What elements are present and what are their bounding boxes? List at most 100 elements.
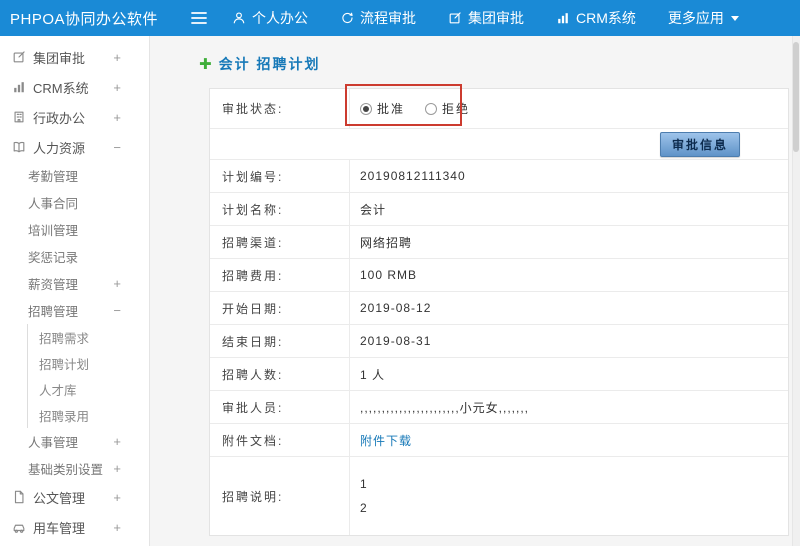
field-label: 招聘人数: <box>210 358 350 390</box>
sidebar-item[interactable]: 招聘需求 <box>27 324 149 350</box>
table-row: 附件文档: 附件下载 <box>210 424 788 457</box>
edit-icon <box>448 11 462 25</box>
field-value: 1 人 <box>360 367 386 382</box>
table-row: 结束日期: 2019-08-31 <box>210 325 788 358</box>
sidebar-item-label: 奖惩记录 <box>28 251 79 265</box>
page-header: ✚ 会计 招聘计划 <box>199 54 800 74</box>
sidebar: 集团审批 + CRM系统 + 行政办公 + 人力资源 − 考勤管理人事合同培训管理奖惩记录薪资管… <box>0 36 150 546</box>
sidebar-item[interactable]: 基础类别设置 + <box>0 455 149 482</box>
sidebar-item[interactable]: 薪资管理 + <box>0 270 149 297</box>
field-label: 附件文档: <box>210 424 350 456</box>
field-label: 招聘渠道: <box>210 226 350 258</box>
menu-toggle-button[interactable] <box>190 11 208 25</box>
sidebar-item[interactable]: 奖惩记录 <box>0 243 149 270</box>
topnav-item[interactable]: CRM系统 <box>556 8 636 28</box>
sidebar-item[interactable]: 人事管理 + <box>0 428 149 455</box>
sidebar-item[interactable]: 人事合同 <box>0 189 149 216</box>
field-value: 2019-08-31 <box>360 334 432 348</box>
field-value: 1 2 <box>360 477 368 515</box>
expander-icon[interactable]: + <box>113 276 121 291</box>
sidebar-item-label: 人事合同 <box>28 197 79 211</box>
sidebar-item-label: 行政办公 <box>33 110 86 126</box>
person-icon <box>232 11 246 25</box>
radio-reject-label: 拒绝 <box>442 102 471 116</box>
caret-down-icon <box>730 13 740 23</box>
expander-icon[interactable]: − <box>113 303 121 318</box>
form-table: 审批状态: 批准 拒绝 审批信息 计划编号: 20190812111340 计划… <box>209 88 789 536</box>
app-window: PHPOA协同办公软件 个人办公 流程审批 集团审批 CRM系统 更多应用 集团审批 + C… <box>0 0 800 546</box>
sidebar-item[interactable]: 培训管理 <box>0 216 149 243</box>
topnav-item[interactable]: 流程审批 <box>340 8 416 28</box>
sidebar-item[interactable]: 考勤管理 <box>0 162 149 189</box>
table-row: 招聘渠道: 网络招聘 <box>210 226 788 259</box>
top-navigation: 个人办公 流程审批 集团审批 CRM系统 更多应用 <box>232 8 740 28</box>
sidebar-item[interactable]: 集团审批 + <box>0 42 149 72</box>
topnav-item[interactable]: 个人办公 <box>232 8 308 28</box>
table-row: 开始日期: 2019-08-12 <box>210 292 788 325</box>
field-value: 会计 <box>360 202 387 217</box>
field-value: 附件下载 <box>350 424 788 456</box>
table-row: 计划编号: 20190812111340 <box>210 160 788 193</box>
sidebar-item-label: 招聘录用 <box>39 409 90 424</box>
sidebar-item-label: 人才库 <box>39 383 77 398</box>
hamburger-icon <box>190 11 208 25</box>
table-row-approval-status: 审批状态: 批准 拒绝 <box>210 89 788 129</box>
expander-icon[interactable]: + <box>113 50 121 65</box>
sidebar-item[interactable]: 招聘管理 − <box>0 297 149 324</box>
sidebar-item[interactable]: 招聘计划 <box>27 350 149 376</box>
office-icon <box>12 110 26 124</box>
expander-icon[interactable]: − <box>113 140 121 155</box>
sidebar-item[interactable]: 人力资源 − <box>0 132 149 162</box>
radio-approve[interactable]: 批准 <box>360 100 405 117</box>
field-label: 结束日期: <box>210 325 350 357</box>
sidebar-item[interactable]: 行政办公 + <box>0 102 149 132</box>
topnav-item[interactable]: 集团审批 <box>448 8 524 28</box>
radio-approve-circle[interactable] <box>360 102 372 115</box>
radio-reject[interactable]: 拒绝 <box>425 100 470 117</box>
topnav-item[interactable]: 更多应用 <box>668 8 740 28</box>
sidebar-item-label: 招聘需求 <box>39 331 90 346</box>
field-label: 审批状态: <box>210 89 350 128</box>
scrollbar-thumb[interactable] <box>793 42 799 152</box>
topnav-item-label: 流程审批 <box>360 10 416 26</box>
app-title: PHPOA协同办公软件 <box>10 10 159 28</box>
expander-icon[interactable]: + <box>113 80 121 95</box>
field-value: 20190812111340 <box>360 169 466 183</box>
expander-icon[interactable]: + <box>113 490 121 505</box>
approval-radio-group: 批准 拒绝 <box>360 100 470 117</box>
expander-icon[interactable]: + <box>113 110 121 125</box>
sidebar-item[interactable]: 公文管理 + <box>0 482 149 512</box>
field-label: 开始日期: <box>210 292 350 324</box>
chart-icon <box>12 80 26 94</box>
expander-icon[interactable]: + <box>113 461 121 476</box>
sidebar-item-label: 集团审批 <box>33 50 86 66</box>
table-row: 招聘费用: 100 RMB <box>210 259 788 292</box>
field-value: ,,,,,,,,,,,,,,,,,,,,,,,小元女,,,,,,, <box>360 400 530 415</box>
field-value: 100 RMB <box>360 268 418 282</box>
field-label: 计划编号: <box>210 160 350 192</box>
sidebar-item-label: 基础类别设置 <box>28 463 104 477</box>
table-row: 招聘说明: 1 2 <box>210 457 788 535</box>
field-label: 招聘费用: <box>210 259 350 291</box>
page-title: 会计 招聘计划 <box>218 56 321 72</box>
expander-icon[interactable]: + <box>113 434 121 449</box>
approval-info-button[interactable]: 审批信息 <box>659 131 740 157</box>
sidebar-item[interactable]: 招聘录用 <box>27 402 149 428</box>
edit-icon <box>12 50 26 64</box>
field-label: 招聘说明: <box>210 457 350 535</box>
approval-status-value: 批准 拒绝 <box>350 89 788 128</box>
sidebar-item[interactable]: CRM系统 + <box>0 72 149 102</box>
sidebar-item-label: 人事管理 <box>28 436 79 450</box>
sidebar-item[interactable]: 人才库 <box>27 376 149 402</box>
flow-icon <box>340 11 354 25</box>
radio-reject-circle[interactable] <box>425 102 438 115</box>
sidebar-item-label: 招聘计划 <box>39 357 90 372</box>
car-icon <box>12 520 26 534</box>
radio-approve-label: 批准 <box>377 102 406 116</box>
sidebar-item-label: CRM系统 <box>33 80 89 96</box>
attachment-link[interactable]: 附件下载 <box>360 432 412 449</box>
sidebar-item[interactable]: 用车管理 + <box>0 512 149 542</box>
topnav-item-label: 集团审批 <box>468 10 524 26</box>
vertical-scrollbar[interactable] <box>792 36 800 546</box>
expander-icon[interactable]: + <box>113 520 121 535</box>
